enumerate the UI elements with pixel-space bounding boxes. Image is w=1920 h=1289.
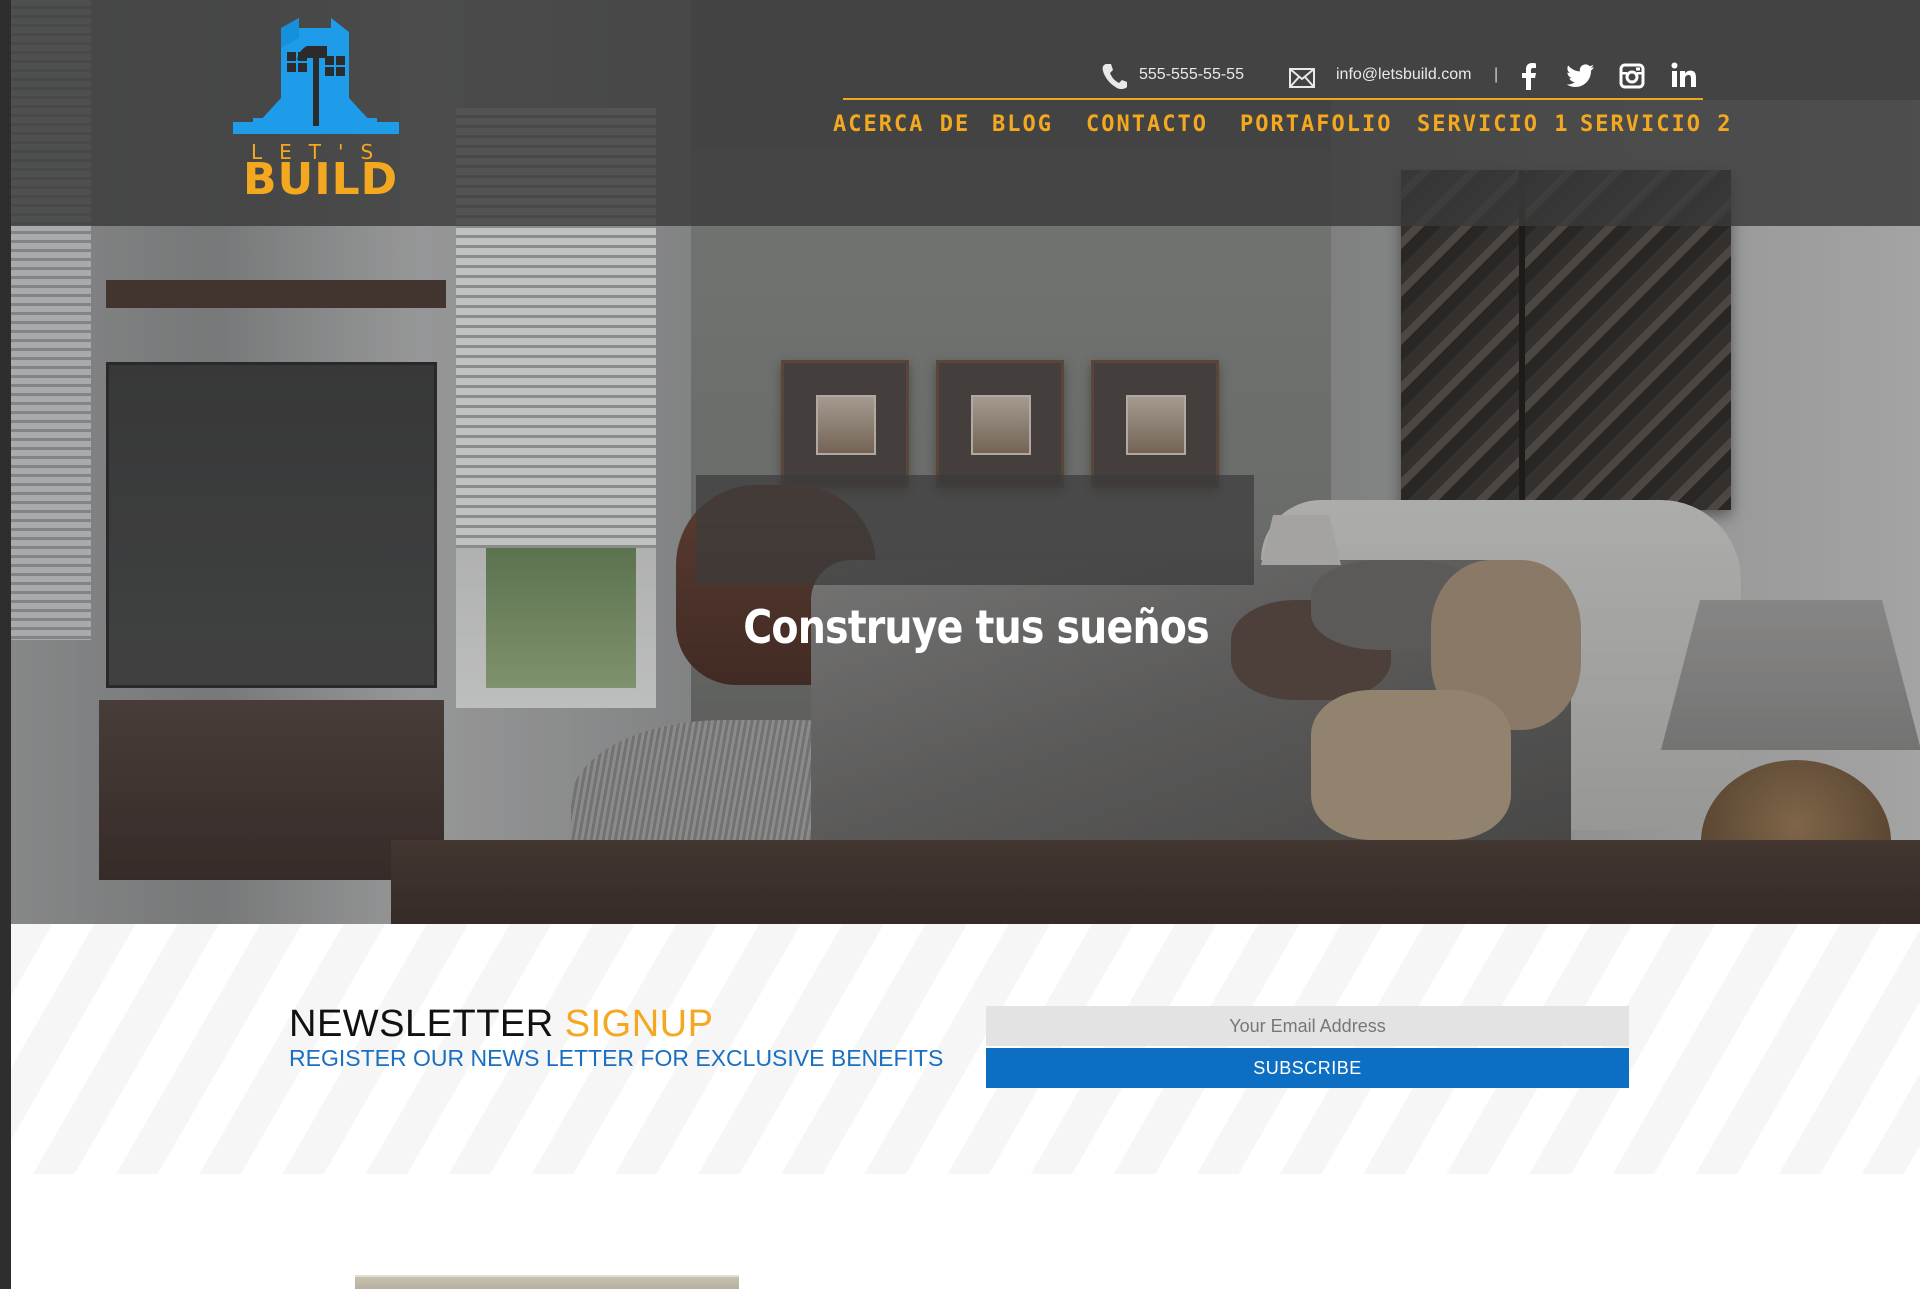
nav-item-servicio-2[interactable]: SERVICIO 2 [1580, 112, 1732, 137]
newsletter-email-input[interactable] [986, 1006, 1629, 1046]
logo-big-text: BUILD [243, 154, 399, 205]
phone-number[interactable]: 555-555-55-55 [1139, 66, 1244, 84]
envelope-icon[interactable] [1289, 68, 1315, 93]
nav-item-blog[interactable]: BLOG [992, 112, 1053, 137]
nav-item-portafolio[interactable]: PORTAFOLIO [1240, 112, 1392, 137]
newsletter-title-part1: NEWSLETTER [289, 1003, 554, 1045]
nav-item-contacto[interactable]: CONTACTO [1086, 112, 1208, 137]
linkedin-icon[interactable] [1671, 62, 1697, 93]
instagram-icon[interactable] [1619, 63, 1645, 94]
subscribe-button[interactable]: SUBSCRIBE [986, 1048, 1629, 1088]
hero-caption-box [696, 475, 1254, 585]
page: LET'S BUILD 555-555-55-55 info@letsbuild… [11, 0, 1920, 1289]
hero-section: LET'S BUILD 555-555-55-55 info@letsbuild… [11, 0, 1920, 924]
contact-separator: | [1494, 66, 1499, 83]
house-logo-icon [233, 18, 399, 134]
hero-title: Construye tus sueños [743, 600, 1209, 654]
twitter-icon[interactable] [1566, 64, 1595, 93]
nav-item-servicio-1[interactable]: SERVICIO 1 [1417, 112, 1569, 137]
newsletter-title-part2: SIGNUP [564, 1003, 714, 1045]
nav-divider-line [843, 98, 1703, 100]
phone-icon[interactable] [1101, 62, 1127, 95]
nav-item-acerca-de[interactable]: ACERCA DE [833, 112, 970, 137]
email-address[interactable]: info@letsbuild.com [1336, 66, 1471, 84]
content-thumbnail[interactable] [355, 1275, 739, 1289]
facebook-icon[interactable] [1521, 62, 1537, 95]
newsletter-title: NEWSLETTER SIGNUP [289, 1003, 713, 1046]
logo[interactable]: LET'S BUILD [229, 18, 409, 205]
newsletter-subtitle: REGISTER OUR NEWS LETTER FOR EXCLUSIVE B… [289, 1045, 944, 1071]
contact-row: 555-555-55-55 info@letsbuild.com | [1101, 62, 1701, 92]
